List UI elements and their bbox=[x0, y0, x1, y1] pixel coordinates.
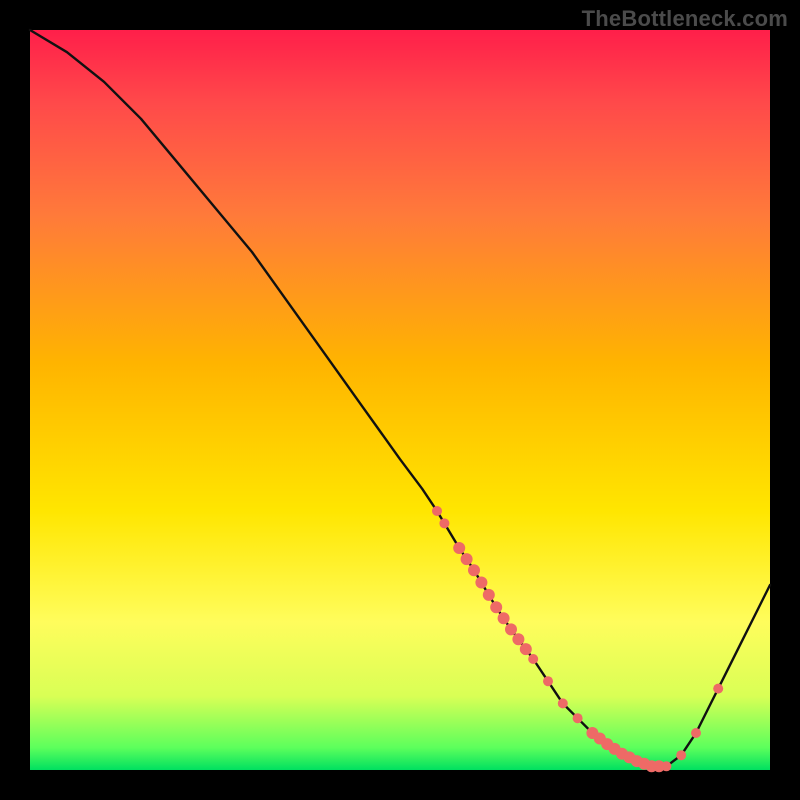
data-marker bbox=[453, 542, 465, 554]
data-marker bbox=[432, 506, 442, 516]
data-marker bbox=[661, 761, 671, 771]
data-marker bbox=[520, 643, 532, 655]
data-marker bbox=[490, 601, 502, 613]
data-marker bbox=[558, 698, 568, 708]
data-marker bbox=[543, 676, 553, 686]
data-marker bbox=[505, 623, 517, 635]
data-marker bbox=[475, 577, 487, 589]
data-marker bbox=[483, 589, 495, 601]
data-markers bbox=[432, 506, 723, 772]
data-marker bbox=[439, 518, 449, 528]
data-marker bbox=[528, 654, 538, 664]
chart-plot-area bbox=[30, 30, 770, 770]
chart-svg bbox=[30, 30, 770, 770]
bottleneck-curve bbox=[30, 30, 770, 766]
data-marker bbox=[461, 553, 473, 565]
data-marker bbox=[512, 633, 524, 645]
data-marker bbox=[676, 750, 686, 760]
data-marker bbox=[498, 612, 510, 624]
data-marker bbox=[468, 564, 480, 576]
data-marker bbox=[713, 684, 723, 694]
data-marker bbox=[573, 713, 583, 723]
data-marker bbox=[691, 728, 701, 738]
watermark-text: TheBottleneck.com bbox=[582, 6, 788, 32]
